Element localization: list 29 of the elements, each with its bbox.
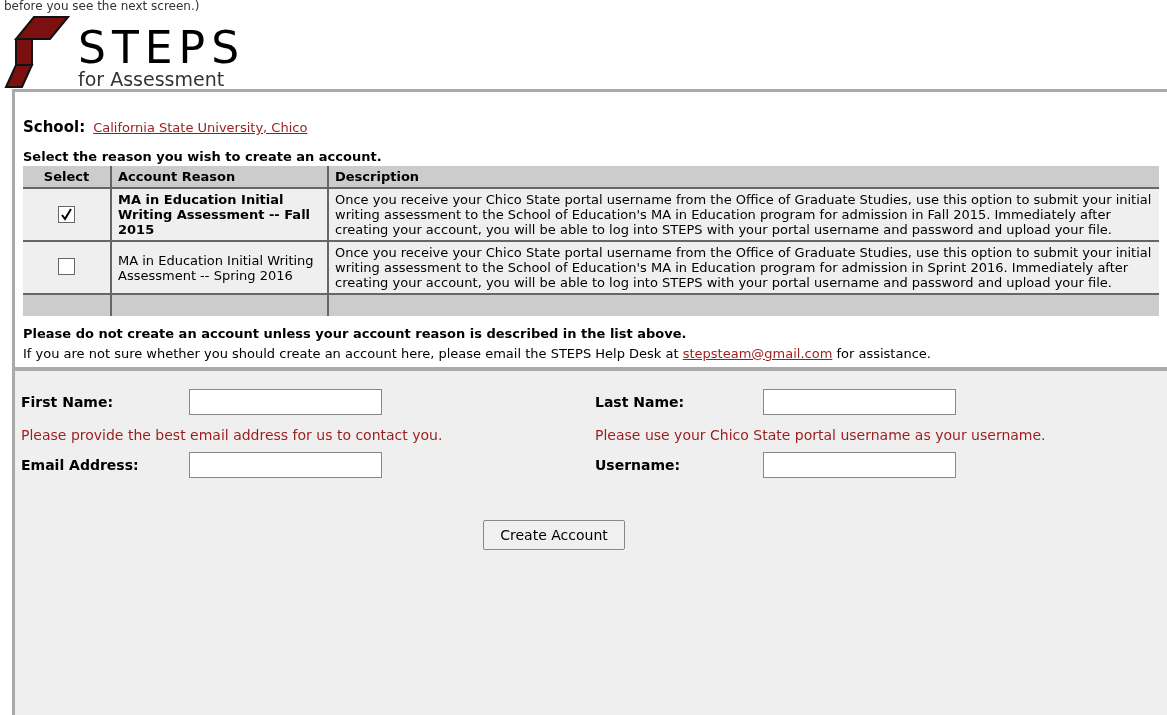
warning-text: Please do not create an account unless your account reason is described in the list above. [23, 325, 688, 343]
help-text: If you are not sure whether you should create an account here, please email the STEPS Help Desk at stepsteam@gmail.com for assistance. [23, 344, 932, 363]
input-field[interactable] [763, 389, 956, 415]
school-label: School: [23, 117, 86, 138]
field-label: Email Address: [21, 455, 140, 475]
create-account-button[interactable]: Create Account [483, 520, 625, 550]
table-cell: Once you receive your Chico State portal username from the Office of Graduate Studies, use this option to submit your initial writing assessment to the School of Education's MA in Education program for admission in Fall 2015. Immediately after creating your account, you will be able to log into STEPS with your portal username and password and upload your file. [328, 188, 1159, 241]
column-header: Select [23, 166, 111, 188]
check-icon [60, 207, 73, 221]
logo-subtitle: for Assessment [78, 70, 226, 89]
input-field[interactable] [189, 452, 382, 478]
hint-text: Please provide the best email address for us to contact you. [21, 426, 444, 445]
input-field[interactable] [763, 452, 956, 478]
input-field[interactable] [189, 389, 382, 415]
logo-title: STEPS [78, 26, 246, 70]
instruction-text: Select the reason you wish to create an account. [23, 147, 383, 166]
field-label: Username: [595, 455, 682, 475]
email-link[interactable]: stepsteam@gmail.com [682, 345, 833, 361]
checkbox[interactable] [58, 257, 75, 275]
school-link[interactable]: California State University, Chico [93, 118, 308, 138]
checkbox[interactable] [58, 205, 75, 223]
field-label: Last Name: [595, 392, 686, 412]
column-header: Description [328, 166, 1159, 188]
table-cell: MA in Education Initial Writing Assessment -- Fall 2015 [111, 188, 328, 241]
hint-text: Please use your Chico State portal username as your username. [595, 426, 1047, 445]
note-text: before you see the next screen.) [3, 0, 201, 13]
field-label: First Name: [21, 392, 114, 412]
column-header: Account Reason [111, 166, 328, 188]
logo-icon [4, 15, 70, 89]
